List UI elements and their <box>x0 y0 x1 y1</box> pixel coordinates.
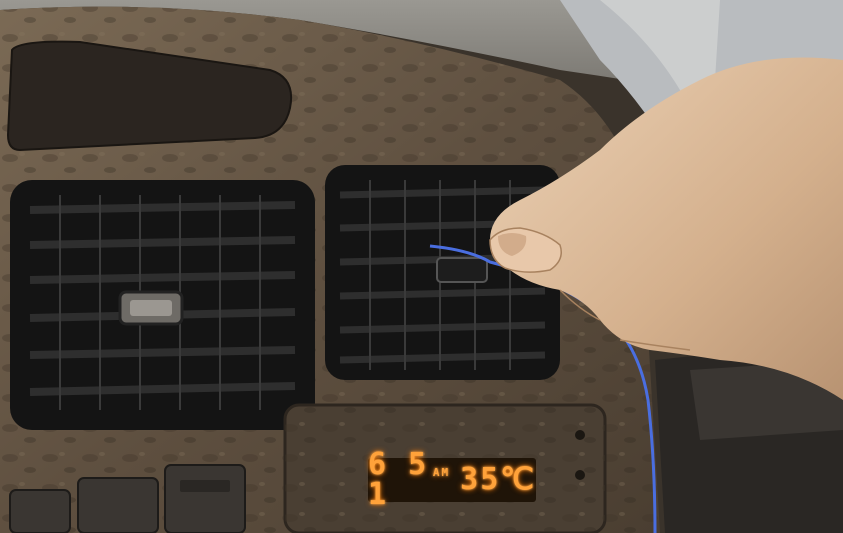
outside-temperature: 35℃ <box>460 462 536 497</box>
left-air-vent-icon <box>10 180 315 430</box>
clock-meridiem: AM <box>432 466 451 479</box>
car-dashboard-photo: 6 5 1 AM 35℃ <box>0 0 843 533</box>
dashboard-clock-display: 6 5 1 AM 35℃ <box>368 450 536 510</box>
clock-time: 6 5 1 <box>368 447 429 512</box>
